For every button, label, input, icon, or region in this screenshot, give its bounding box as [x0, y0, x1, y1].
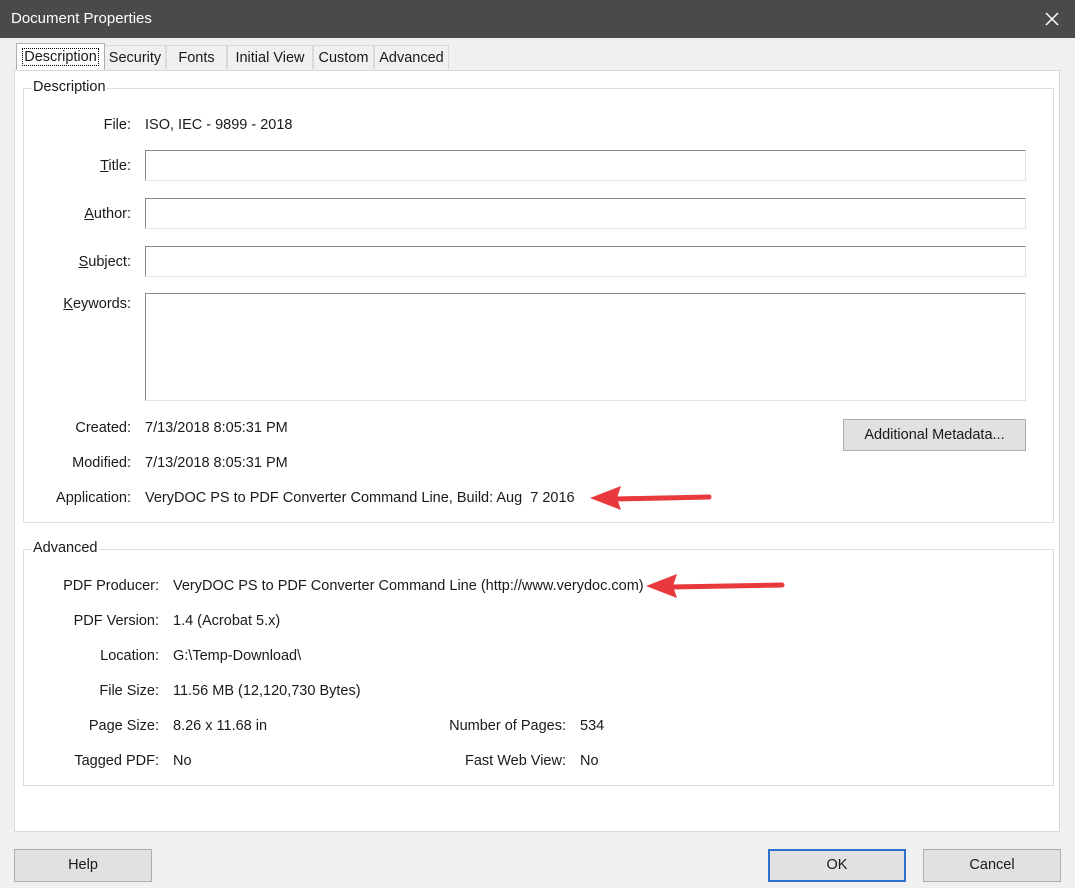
close-button[interactable]: [1029, 0, 1075, 38]
tab-custom[interactable]: Custom: [313, 45, 374, 69]
pdf-version-value: 1.4 (Acrobat 5.x): [173, 613, 281, 629]
description-legend: Description: [32, 79, 107, 95]
author-field[interactable]: [145, 198, 1026, 229]
additional-metadata-button[interactable]: Additional Metadata...: [843, 419, 1026, 451]
tab-panel: Description File: ISO, IEC - 9899 - 2018…: [14, 70, 1060, 832]
author-label-rest: uthor:: [93, 206, 131, 222]
number-of-pages-value: 534: [580, 718, 605, 734]
file-size-value: 11.56 MB (12,120,730 Bytes): [173, 683, 361, 699]
title-label: Title:: [100, 158, 131, 174]
application-label: Application:: [56, 490, 131, 506]
keywords-label: Keywords:: [63, 296, 131, 312]
location-value: G:\Temp-Download\: [173, 648, 302, 664]
ok-button[interactable]: OK: [768, 849, 906, 882]
annotation-arrow-icon: [646, 574, 785, 598]
title-label-rest: itle:: [108, 158, 131, 174]
fast-web-view-value: No: [580, 753, 599, 769]
keywords-field[interactable]: [145, 293, 1026, 401]
subject-field[interactable]: [145, 246, 1026, 277]
help-button[interactable]: Help: [14, 849, 152, 882]
tab-description[interactable]: Description: [16, 43, 105, 70]
file-size-label: File Size:: [99, 683, 159, 699]
location-label: Location:: [100, 648, 159, 664]
page-size-value: 8.26 x 11.68 in: [173, 718, 268, 734]
tab-fonts[interactable]: Fonts: [166, 45, 227, 69]
number-of-pages-label: Number of Pages:: [449, 718, 566, 734]
keywords-label-rest: eywords:: [72, 296, 131, 312]
file-label: File:: [103, 117, 131, 133]
pdf-version-label: PDF Version:: [73, 613, 159, 629]
pdf-producer-value: VeryDOC PS to PDF Converter Command Line…: [173, 578, 644, 594]
created-value: 7/13/2018 8:05:31 PM: [145, 420, 288, 436]
author-label: Author:: [84, 206, 131, 222]
tab-advanced[interactable]: Advanced: [374, 45, 449, 69]
application-value: VeryDOC PS to PDF Converter Command Line…: [145, 490, 575, 506]
close-icon: [1045, 12, 1059, 26]
window-title: Document Properties: [11, 10, 152, 27]
title-field[interactable]: [145, 150, 1026, 181]
created-label: Created:: [75, 420, 131, 436]
tab-initial-view[interactable]: Initial View: [227, 45, 313, 69]
file-value: ISO, IEC - 9899 - 2018: [145, 117, 293, 133]
modified-label: Modified:: [72, 455, 131, 471]
tagged-pdf-value: No: [173, 753, 192, 769]
cancel-button[interactable]: Cancel: [923, 849, 1061, 882]
advanced-legend: Advanced: [32, 540, 99, 556]
advanced-group: Advanced PDF Producer: VeryDOC PS to PDF…: [23, 540, 1054, 786]
annotation-arrow-icon: [590, 486, 712, 510]
tab-security[interactable]: Security: [104, 45, 166, 69]
subject-label-rest: ubject:: [88, 254, 131, 270]
description-group: Description File: ISO, IEC - 9899 - 2018…: [23, 79, 1054, 523]
modified-value: 7/13/2018 8:05:31 PM: [145, 455, 288, 471]
fast-web-view-label: Fast Web View:: [464, 753, 566, 769]
subject-label: Subject:: [78, 254, 131, 270]
title-bar: Document Properties: [0, 0, 1075, 38]
page-size-label: Page Size:: [88, 718, 159, 734]
pdf-producer-label: PDF Producer:: [63, 578, 159, 594]
tagged-pdf-label: Tagged PDF:: [74, 753, 159, 769]
